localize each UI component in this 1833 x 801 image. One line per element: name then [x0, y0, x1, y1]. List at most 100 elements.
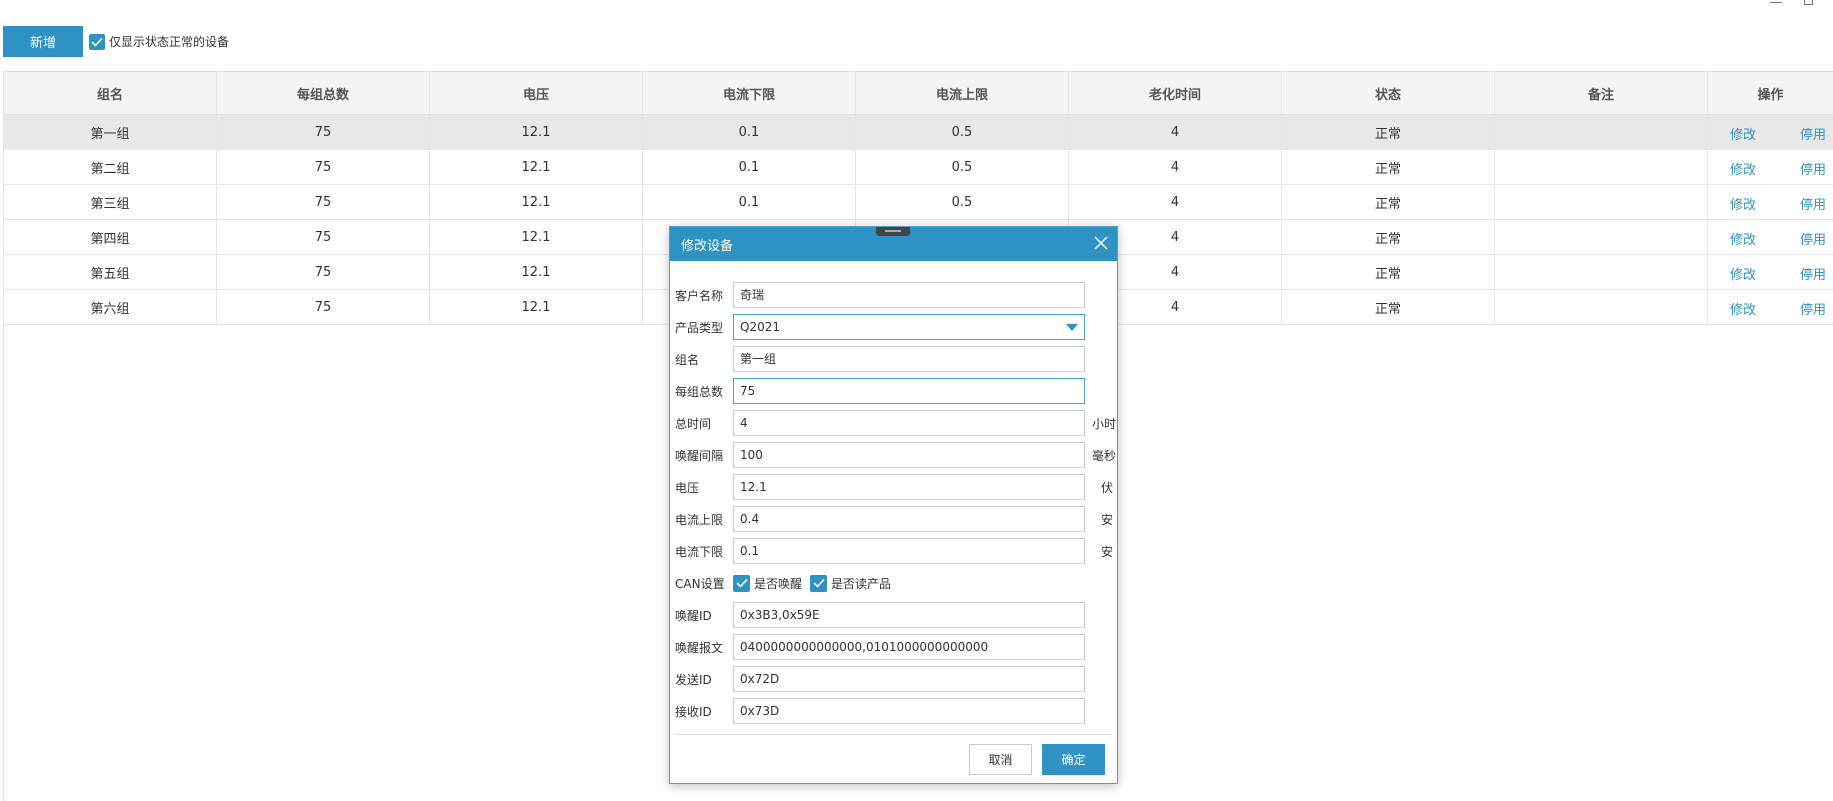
cell-actions: 修改 停用	[1707, 149, 1833, 185]
current-max-unit: 安	[1101, 512, 1114, 527]
send-id-label: 发送ID	[675, 672, 712, 687]
cell-group-total: 75	[216, 219, 430, 255]
col-header-remark[interactable]: 备注	[1494, 71, 1708, 115]
col-header-current-max[interactable]: 电流上限	[855, 71, 1069, 115]
voltage-input[interactable]: 12.1	[733, 474, 1085, 500]
customer-input[interactable]: 奇瑞	[733, 282, 1085, 308]
table-row[interactable]: 第三组 75 12.1 0.1 0.5 4 正常 修改 停用	[3, 184, 1833, 220]
wake-msg-input[interactable]: 0400000000000000,0101000000000000	[733, 634, 1085, 660]
table-header-row: 组名 每组总数 电压 电流下限 电流上限 老化时间 状态 备注 操作	[3, 71, 1833, 115]
group-name-label: 组名	[675, 352, 700, 367]
table-row[interactable]: 第二组 75 12.1 0.1 0.5 4 正常 修改 停用	[3, 149, 1833, 185]
voltage-unit: 伏	[1101, 480, 1114, 495]
col-header-aging-time[interactable]: 老化时间	[1068, 71, 1282, 115]
cell-remark	[1494, 149, 1708, 185]
close-icon[interactable]	[1094, 236, 1108, 254]
cell-actions: 修改 停用	[1707, 254, 1833, 290]
cell-current-min: 0.1	[642, 114, 856, 150]
filter-normal-checkbox[interactable]: 仅显示状态正常的设备	[89, 33, 229, 50]
group-total-label: 每组总数	[675, 384, 724, 399]
edit-link[interactable]: 修改	[1730, 159, 1756, 178]
disable-link[interactable]: 停用	[1800, 159, 1826, 178]
cell-status: 正常	[1281, 184, 1495, 220]
dialog-title: 修改设备	[681, 238, 734, 254]
row-can-settings: CAN设置 是否唤醒 是否读产品	[670, 570, 1117, 596]
cell-voltage: 12.1	[429, 219, 643, 255]
cell-actions: 修改 停用	[1707, 289, 1833, 325]
cell-group-total: 75	[216, 254, 430, 290]
group-name-input[interactable]: 第一组	[733, 346, 1085, 372]
row-current-max: 电流上限 0.4 安	[670, 506, 1117, 532]
cell-voltage: 12.1	[429, 184, 643, 220]
cell-group-name: 第五组	[3, 254, 217, 290]
minimize-icon[interactable]	[1770, 2, 1782, 3]
edit-link[interactable]: 修改	[1730, 264, 1756, 283]
dialog-header[interactable]: 修改设备	[670, 227, 1117, 261]
cell-status: 正常	[1281, 149, 1495, 185]
row-total-time: 总时间 4 小时	[670, 410, 1117, 436]
current-min-unit: 安	[1101, 544, 1114, 559]
cell-group-name: 第六组	[3, 289, 217, 325]
dialog-divider	[675, 734, 1112, 735]
send-id-input[interactable]: 0x72D	[733, 666, 1085, 692]
col-header-status[interactable]: 状态	[1281, 71, 1495, 115]
cell-current-min: 0.1	[642, 184, 856, 220]
cell-group-total: 75	[216, 149, 430, 185]
cell-group-total: 75	[216, 184, 430, 220]
cell-remark	[1494, 219, 1708, 255]
disable-link[interactable]: 停用	[1800, 299, 1826, 318]
col-header-current-min[interactable]: 电流下限	[642, 71, 856, 115]
wake-checkbox-label: 是否唤醒	[754, 576, 803, 591]
cell-current-max: 0.5	[855, 114, 1069, 150]
edit-device-dialog: 修改设备 客户名称 奇瑞 产品类型 Q2021 组名 第一组 每组总数 75 总…	[669, 226, 1118, 784]
disable-link[interactable]: 停用	[1800, 194, 1826, 213]
chevron-down-icon[interactable]	[1066, 324, 1078, 331]
disable-link[interactable]: 停用	[1800, 264, 1826, 283]
col-header-group-total[interactable]: 每组总数	[216, 71, 430, 115]
toolbar: 新增 仅显示状态正常的设备	[3, 26, 229, 57]
wake-interval-unit: 毫秒	[1092, 448, 1117, 463]
cell-status: 正常	[1281, 114, 1495, 150]
col-header-voltage[interactable]: 电压	[429, 71, 643, 115]
drag-handle-icon[interactable]	[876, 227, 910, 236]
edit-link[interactable]: 修改	[1730, 229, 1756, 248]
checkbox-checked-icon[interactable]	[89, 33, 105, 50]
wake-checkbox[interactable]: 是否唤醒	[733, 574, 803, 592]
customer-label: 客户名称	[675, 288, 724, 303]
row-customer: 客户名称 奇瑞	[670, 282, 1117, 308]
cell-voltage: 12.1	[429, 289, 643, 325]
group-total-input[interactable]: 75	[733, 378, 1085, 404]
edit-link[interactable]: 修改	[1730, 299, 1756, 318]
cell-status: 正常	[1281, 289, 1495, 325]
cell-aging-time: 4	[1068, 184, 1282, 220]
can-settings-label: CAN设置	[675, 576, 725, 591]
checkbox-checked-icon[interactable]	[810, 574, 828, 592]
edit-link[interactable]: 修改	[1730, 124, 1756, 143]
confirm-button[interactable]: 确定	[1042, 744, 1105, 775]
total-time-input[interactable]: 4	[733, 410, 1085, 436]
read-product-checkbox[interactable]: 是否读产品	[810, 574, 891, 592]
current-min-input[interactable]: 0.1	[733, 538, 1085, 564]
cell-group-name: 第一组	[3, 114, 217, 150]
row-voltage: 电压 12.1 伏	[670, 474, 1117, 500]
add-button[interactable]: 新增	[3, 26, 83, 57]
cell-aging-time: 4	[1068, 149, 1282, 185]
wake-interval-label: 唤醒间隔	[675, 448, 724, 463]
cancel-button[interactable]: 取消	[969, 744, 1032, 775]
disable-link[interactable]: 停用	[1800, 124, 1826, 143]
cell-remark	[1494, 289, 1708, 325]
wake-interval-input[interactable]: 100	[733, 442, 1085, 468]
maximize-icon[interactable]	[1804, 0, 1813, 5]
row-wake-msg: 唤醒报文 0400000000000000,0101000000000000	[670, 634, 1117, 660]
disable-link[interactable]: 停用	[1800, 229, 1826, 248]
recv-id-input[interactable]: 0x73D	[733, 698, 1085, 724]
table-row[interactable]: 第一组 75 12.1 0.1 0.5 4 正常 修改 停用	[3, 114, 1833, 150]
wake-id-input[interactable]: 0x3B3,0x59E	[733, 602, 1085, 628]
cell-remark	[1494, 114, 1708, 150]
current-max-input[interactable]: 0.4	[733, 506, 1085, 532]
col-header-group-name[interactable]: 组名	[3, 71, 217, 115]
cell-group-total: 75	[216, 114, 430, 150]
checkbox-checked-icon[interactable]	[733, 574, 750, 592]
product-type-select[interactable]: Q2021	[733, 314, 1085, 340]
edit-link[interactable]: 修改	[1730, 194, 1756, 213]
